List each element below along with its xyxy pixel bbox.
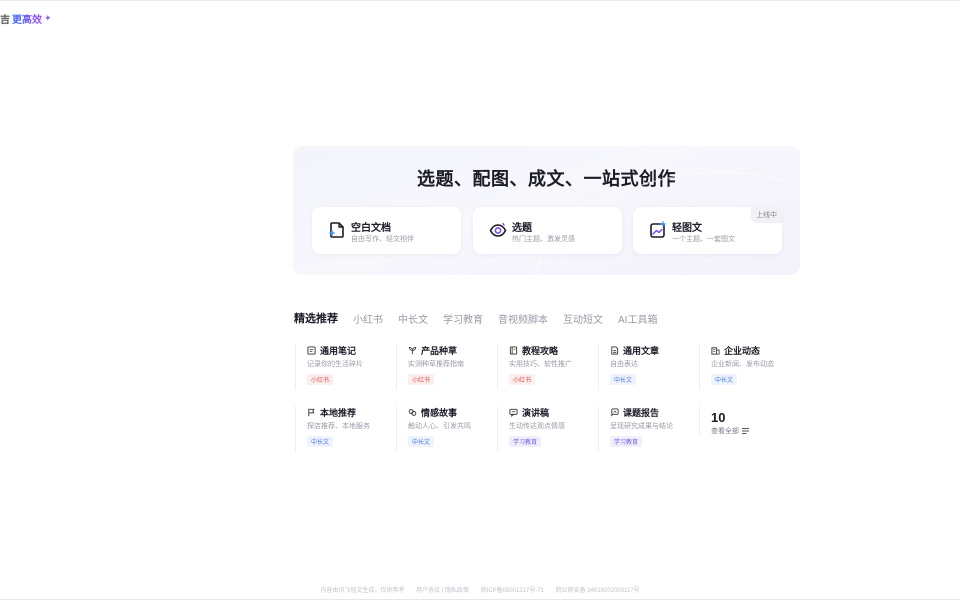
template-tag: 小红书: [307, 374, 334, 385]
article-icon: [611, 345, 619, 355]
status-badge: 上线中: [751, 207, 782, 223]
template-name: 产品种草: [421, 345, 458, 356]
flag-icon: [308, 408, 315, 416]
template-grid: 通用笔记 记录你的生活碎片 小红书 产品种草 实测种草推荐指南 小红书 教程攻略…: [295, 344, 805, 454]
report-icon: [610, 407, 619, 416]
brand-prefix: 吉: [0, 15, 10, 26]
tab-av-script[interactable]: 音视频脚本: [498, 311, 548, 326]
list-icon: [742, 428, 749, 434]
footer-disclaimer: 内容由讯飞轻文生成，仅供参考: [320, 588, 405, 594]
tab-featured[interactable]: 精选推荐: [294, 310, 338, 326]
footer: 内容由讯飞轻文生成，仅供参考 用户协议 | 隐私政策 皖ICP备05001217…: [0, 585, 960, 594]
template-desc: 生动传达观点情感: [509, 423, 565, 430]
tab-ai-toolbox[interactable]: AI工具箱: [618, 311, 657, 326]
template-name: 情感故事: [421, 407, 458, 418]
tab-xiaohongshu[interactable]: 小红书: [353, 311, 383, 326]
speech-icon: [509, 408, 518, 417]
template-name: 演讲稿: [522, 407, 550, 418]
template-desc: 自由表达: [610, 361, 638, 368]
template-desc: 实用技巧、软性推广: [509, 361, 572, 368]
template-tag: 中长文: [610, 374, 637, 385]
brand-logo[interactable]: 吉 更高效 ✦: [0, 11, 52, 26]
template-tag: 学习教育: [509, 436, 542, 447]
tab-long-article[interactable]: 中长文: [398, 311, 428, 326]
template-card[interactable]: 情感故事 触动人心、引发共鸣 中长文: [396, 406, 503, 452]
template-card[interactable]: 教程攻略 实用技巧、软性推广 小红书: [497, 344, 604, 390]
template-card[interactable]: 企业动态 企业新闻、发布动态 中长文: [699, 344, 806, 390]
blank-doc-card[interactable]: 空白文档 自由写作、轻文相伴: [312, 207, 461, 254]
footer-police-record[interactable]: 皖公网安备 34019202000117号: [556, 588, 640, 594]
footer-icp[interactable]: 皖ICP备05001217号-71: [481, 588, 544, 594]
template-card[interactable]: 演讲稿 生动传达观点情感 学习教育: [497, 406, 604, 452]
card-title: 轻图文: [672, 223, 702, 234]
card-subtitle: 一个主题、一套图文: [672, 236, 735, 243]
view-all-label: 查看全部: [711, 428, 739, 435]
template-name: 本地推荐: [320, 407, 357, 418]
template-desc: 记录你的生活碎片: [307, 361, 363, 368]
template-card[interactable]: 通用笔记 记录你的生活碎片 小红书: [295, 344, 402, 390]
footer-policy-links[interactable]: 用户协议 | 隐私政策: [416, 588, 469, 594]
template-tag: 小红书: [408, 374, 435, 385]
topic-card[interactable]: 选题 热门主题、激发灵感: [473, 207, 622, 254]
template-tag: 中长文: [711, 374, 738, 385]
page: 吉 更高效 ✦ 选题、配图、成文、一站式创作 空白文档 自由写作、轻文相伴 选题…: [0, 0, 960, 600]
view-all-button[interactable]: 10 查看全部: [699, 406, 749, 436]
template-tag: 小红书: [509, 374, 536, 385]
template-name: 教程攻略: [522, 345, 559, 356]
brand-tagline: 更高效: [12, 11, 42, 26]
template-card[interactable]: 本地推荐 探店推荐、本地服务 中长文: [295, 406, 402, 452]
template-name: 通用文章: [623, 345, 660, 356]
card-title: 选题: [512, 223, 532, 234]
book-icon: [509, 345, 518, 355]
emotion-icon: [408, 408, 417, 416]
template-desc: 企业新闻、发布动态: [711, 361, 774, 368]
sparkle-icon: ✦: [44, 13, 52, 23]
tab-interactive[interactable]: 互动短文: [563, 311, 603, 326]
building-icon: [711, 346, 720, 355]
template-count: 10: [711, 410, 726, 425]
image-text-card[interactable]: 轻图文 一个主题、一套图文 上线中: [633, 207, 782, 254]
hero-panel: 选题、配图、成文、一站式创作 空白文档 自由写作、轻文相伴 选题 热门主题、激发…: [293, 146, 800, 275]
template-card[interactable]: 产品种草 实测种草推荐指南 小红书: [396, 344, 503, 390]
template-tag: 中长文: [307, 436, 334, 447]
card-title: 空白文档: [351, 223, 391, 234]
image-text-icon: [650, 221, 666, 238]
template-card[interactable]: 通用文章 自由表达 中长文: [598, 344, 705, 390]
card-subtitle: 自由写作、轻文相伴: [351, 236, 414, 243]
template-name: 通用笔记: [320, 345, 357, 356]
card-subtitle: 热门主题、激发灵感: [512, 236, 575, 243]
template-name: 企业动态: [724, 345, 761, 356]
heart-plant-icon: [408, 346, 417, 354]
template-card[interactable]: 课题报告 呈现研究成果与结论 学习教育: [598, 406, 705, 452]
template-desc: 实测种草推荐指南: [408, 361, 464, 368]
note-icon: [307, 345, 316, 355]
template-tag: 学习教育: [610, 436, 643, 447]
template-tag: 中长文: [408, 436, 435, 447]
top-divider: [0, 0, 960, 1]
blank-doc-icon: [329, 222, 344, 238]
template-desc: 探店推荐、本地服务: [307, 423, 370, 430]
template-desc: 呈现研究成果与结论: [610, 423, 673, 430]
eye-icon: [489, 222, 507, 237]
tab-education[interactable]: 学习教育: [443, 311, 483, 326]
template-desc: 触动人心、引发共鸣: [408, 423, 471, 430]
category-tabs: 精选推荐 小红书 中长文 学习教育 音视频脚本 互动短文 AI工具箱: [294, 311, 672, 326]
hero-title: 选题、配图、成文、一站式创作: [417, 169, 676, 189]
template-name: 课题报告: [623, 407, 660, 418]
